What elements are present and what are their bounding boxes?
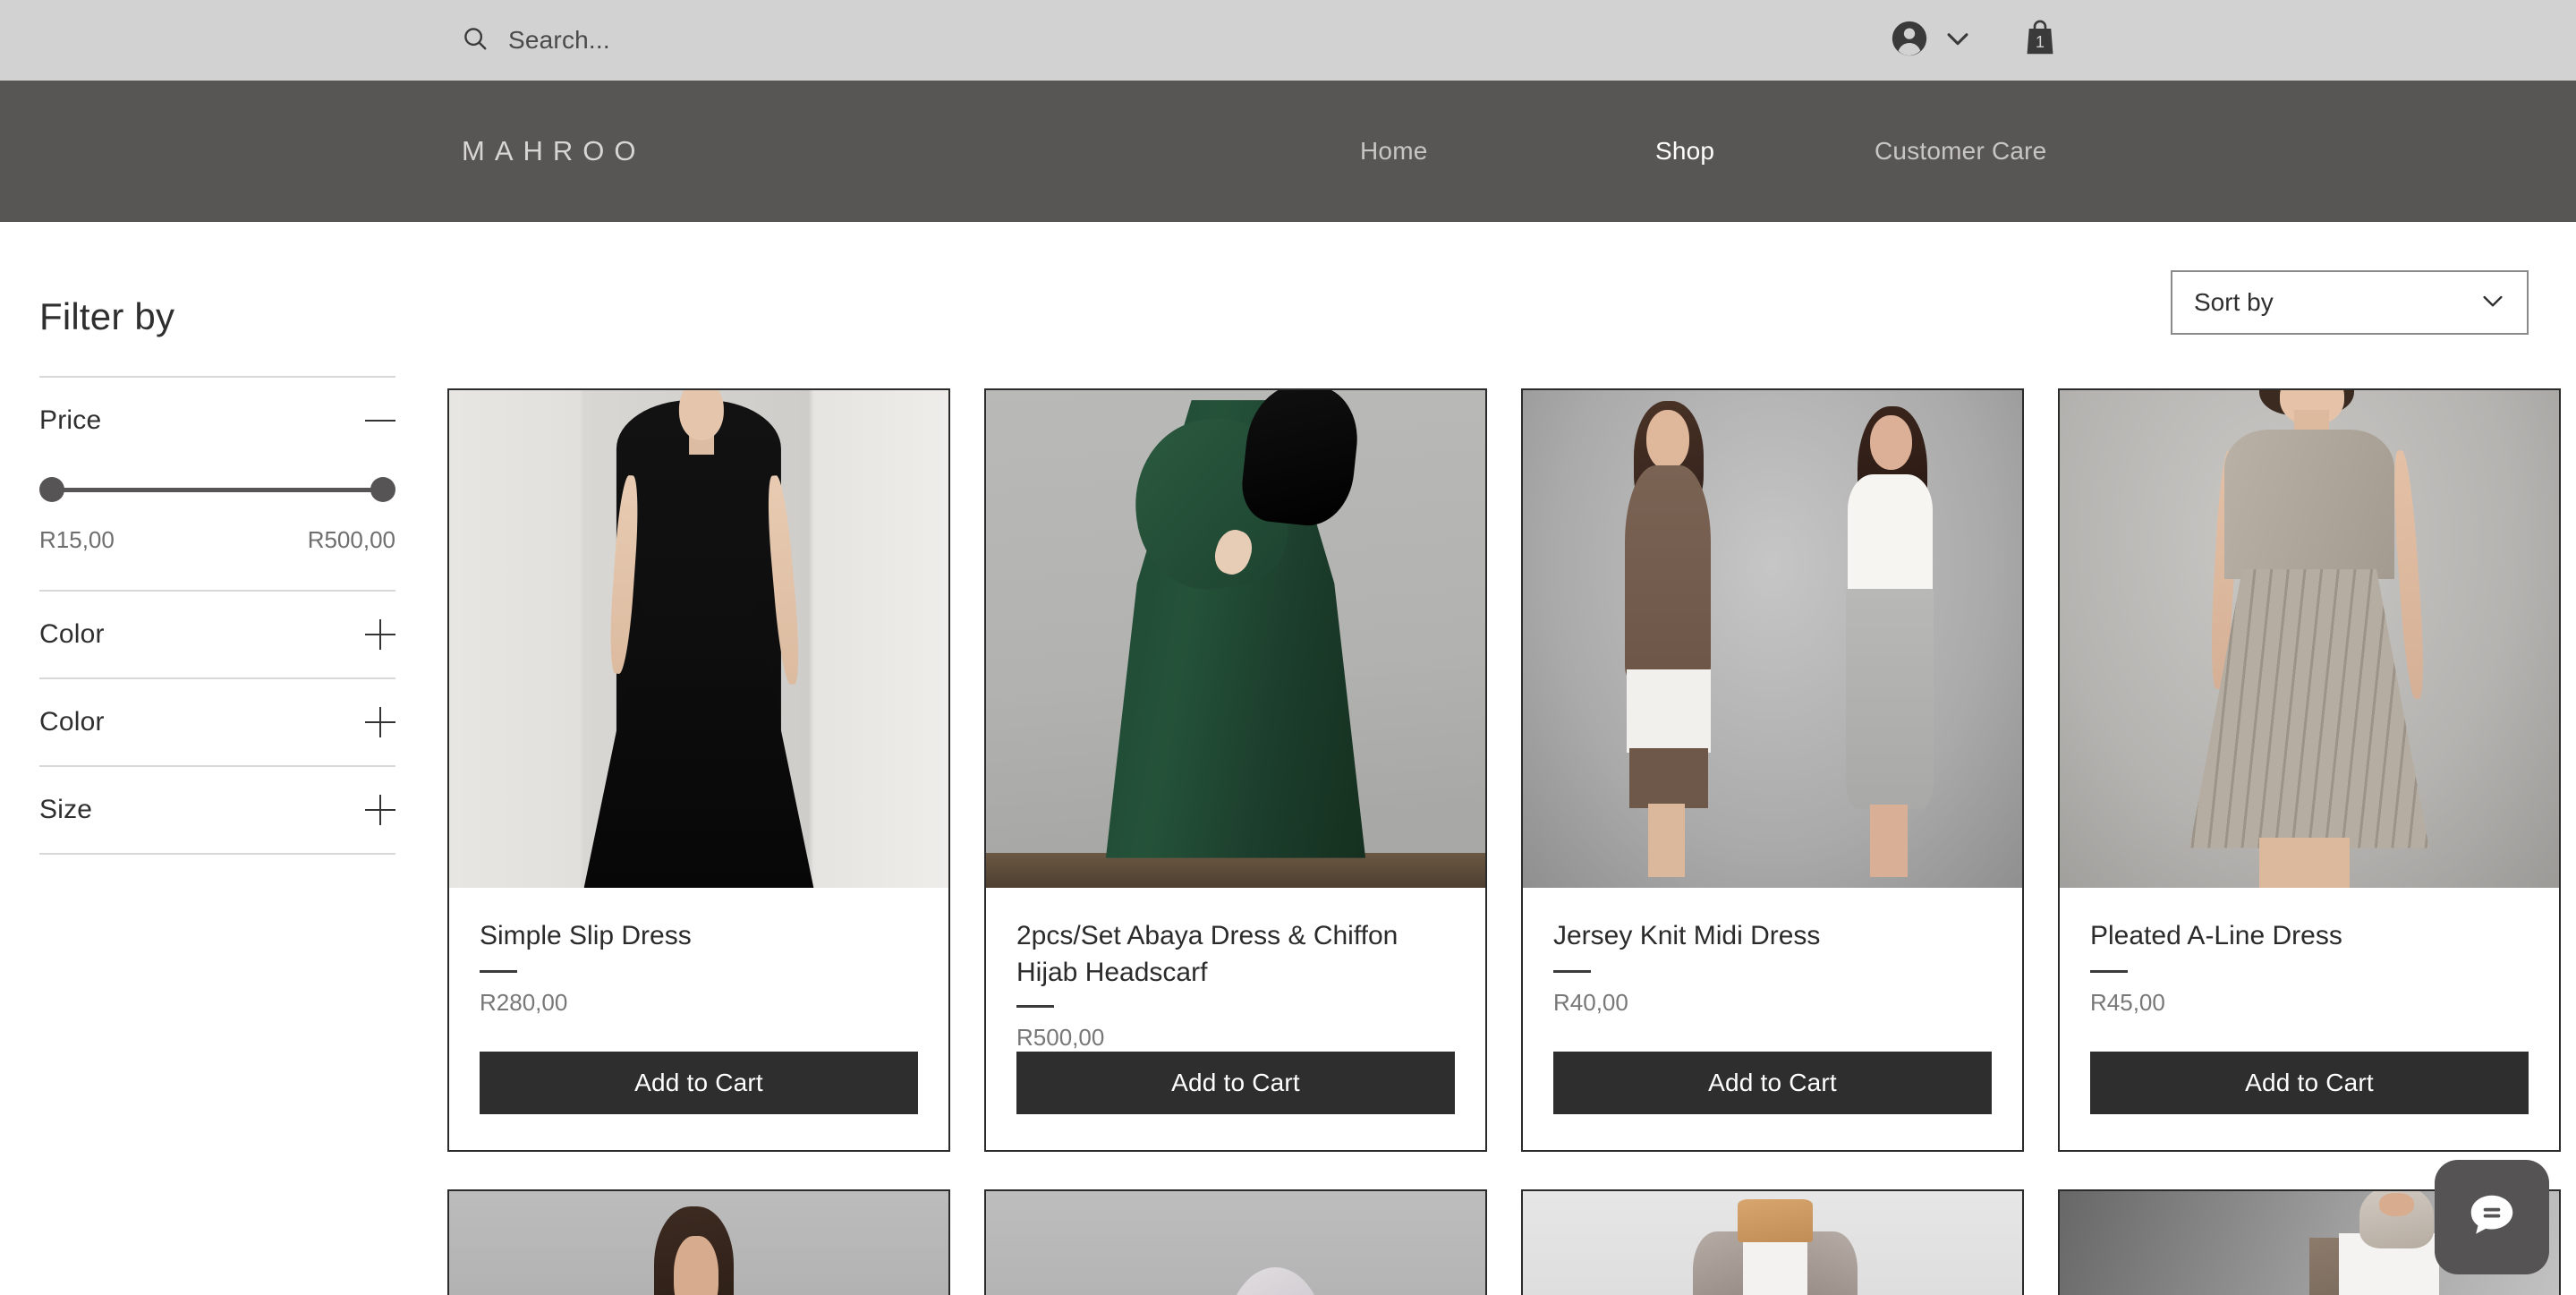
product-image-abaya-set[interactable] (986, 390, 1485, 888)
site-header: MAHROO Home Shop Customer Care (0, 81, 2576, 222)
product-grid-row-2 (447, 1189, 2561, 1295)
product-card[interactable]: 2pcs/Set Abaya Dress & Chiffon Hijab Hea… (984, 388, 1487, 1152)
search-box[interactable] (462, 0, 884, 81)
title-underline (2090, 970, 2128, 973)
filter-header-price[interactable]: Price (39, 378, 395, 464)
product-card[interactable]: Pleated A-Line Dress R45,00 Add to Cart (2058, 388, 2561, 1152)
title-underline (480, 970, 517, 973)
product-price: R280,00 (480, 989, 568, 1016)
product-info: Simple Slip Dress R280,00 Add to Cart (449, 888, 948, 1150)
account-circle-icon[interactable] (1889, 18, 1930, 64)
add-to-cart-button[interactable]: Add to Cart (1553, 1052, 1992, 1114)
product-price: R40,00 (1553, 989, 1628, 1016)
product-photo (1523, 1191, 2022, 1295)
filter-header-size[interactable]: Size (39, 767, 395, 853)
page-body: Filter by Price R15,00 R500,00 Color Col… (0, 222, 2576, 1295)
plus-icon[interactable] (365, 795, 395, 825)
chevron-down-icon[interactable] (1943, 23, 1973, 58)
sort-by-label: Sort by (2194, 288, 2274, 316)
sort-by-dropdown[interactable]: Sort by (2171, 270, 2529, 335)
price-slider-rail (50, 487, 385, 492)
filter-label-color-2: Color (39, 707, 105, 737)
product-card[interactable] (984, 1189, 1487, 1295)
chat-widget-button[interactable] (2435, 1160, 2549, 1274)
filter-section-color-1: Color (39, 592, 395, 677)
product-info: Jersey Knit Midi Dress R40,00 Add to Car… (1523, 888, 2022, 1150)
product-image-pleated-a-line-dress[interactable] (2060, 390, 2559, 888)
cart-button[interactable]: 1 (2023, 19, 2057, 63)
product-name: 2pcs/Set Abaya Dress & Chiffon Hijab Hea… (1016, 921, 1399, 987)
filter-header-color-2[interactable]: Color (39, 679, 395, 765)
product-card[interactable]: Jersey Knit Midi Dress R40,00 Add to Car… (1521, 388, 2024, 1152)
product-photo (986, 390, 1485, 888)
nav-item-shop[interactable]: Shop (1655, 137, 1875, 166)
account-menu[interactable] (1889, 18, 1973, 64)
filter-section-price: Price R15,00 R500,00 (39, 378, 395, 590)
filter-label-size: Size (39, 795, 93, 824)
filter-header-color-1[interactable]: Color (39, 592, 395, 677)
filter-panel-title: Filter by (39, 295, 175, 337)
nav-item-customer-care[interactable]: Customer Care (1875, 137, 2046, 166)
chat-bubble-icon (2464, 1188, 2520, 1248)
filter-label-color-1: Color (39, 619, 105, 649)
title-underline (1016, 1005, 1054, 1008)
divider (39, 853, 395, 855)
product-name: Jersey Knit Midi Dress (1553, 921, 1821, 950)
product-photo (449, 1191, 948, 1295)
sort-toolbar: Sort by (447, 270, 2561, 335)
price-min-value: R15,00 (39, 526, 115, 553)
add-to-cart-button[interactable]: Add to Cart (480, 1052, 918, 1114)
plus-icon[interactable] (365, 707, 395, 737)
add-to-cart-button[interactable]: Add to Cart (1016, 1052, 1455, 1114)
product-card[interactable]: Simple Slip Dress R280,00 Add to Cart (447, 388, 950, 1152)
chevron-down-icon[interactable] (2478, 286, 2507, 319)
price-slider-handle-max[interactable] (370, 477, 395, 502)
price-slider-track[interactable] (39, 476, 395, 503)
filter-sidebar: Filter by Price R15,00 R500,00 Color Col… (0, 222, 447, 1295)
product-card[interactable] (447, 1189, 950, 1295)
price-slider-handle-min[interactable] (39, 477, 64, 502)
product-price: R500,00 (1016, 1024, 1105, 1051)
filter-label-price: Price (39, 405, 102, 435)
product-name: Simple Slip Dress (480, 921, 692, 950)
product-price: R45,00 (2090, 989, 2165, 1016)
product-name: Pleated A-Line Dress (2090, 921, 2342, 950)
site-logo[interactable]: MAHROO (462, 135, 646, 167)
main-navigation: Home Shop Customer Care (1360, 137, 2046, 166)
filter-section-size: Size (39, 767, 395, 853)
product-grid-row-1: Simple Slip Dress R280,00 Add to Cart 2p… (447, 388, 2561, 1152)
product-listing: Sort by Simple Slip Dress R280,00 Add to… (447, 222, 2576, 1295)
product-image-jersey-knit-midi-dress[interactable] (1523, 390, 2022, 888)
search-input[interactable] (508, 26, 884, 55)
product-info: Pleated A-Line Dress R45,00 Add to Cart (2060, 888, 2559, 1150)
product-photo (1523, 390, 2022, 888)
top-utility-bar: 1 (0, 0, 2576, 81)
product-photo (986, 1191, 1485, 1295)
plus-icon[interactable] (365, 619, 395, 650)
search-icon (462, 25, 489, 56)
top-bar-actions: 1 (1889, 0, 2576, 81)
product-image-simple-slip-dress[interactable] (449, 390, 948, 888)
price-range-slider[interactable]: R15,00 R500,00 (39, 464, 395, 590)
product-photo (2060, 390, 2559, 888)
shopping-bag-icon[interactable] (2023, 19, 2057, 63)
product-info: 2pcs/Set Abaya Dress & Chiffon Hijab Hea… (986, 888, 1485, 1150)
price-max-value: R500,00 (307, 526, 395, 553)
add-to-cart-button[interactable]: Add to Cart (2090, 1052, 2529, 1114)
price-slider-values: R15,00 R500,00 (39, 526, 395, 581)
title-underline (1553, 970, 1591, 973)
nav-item-home[interactable]: Home (1360, 137, 1655, 166)
minus-icon[interactable] (365, 405, 395, 436)
product-card[interactable] (1521, 1189, 2024, 1295)
product-photo (449, 390, 948, 888)
filter-section-color-2: Color (39, 679, 395, 765)
